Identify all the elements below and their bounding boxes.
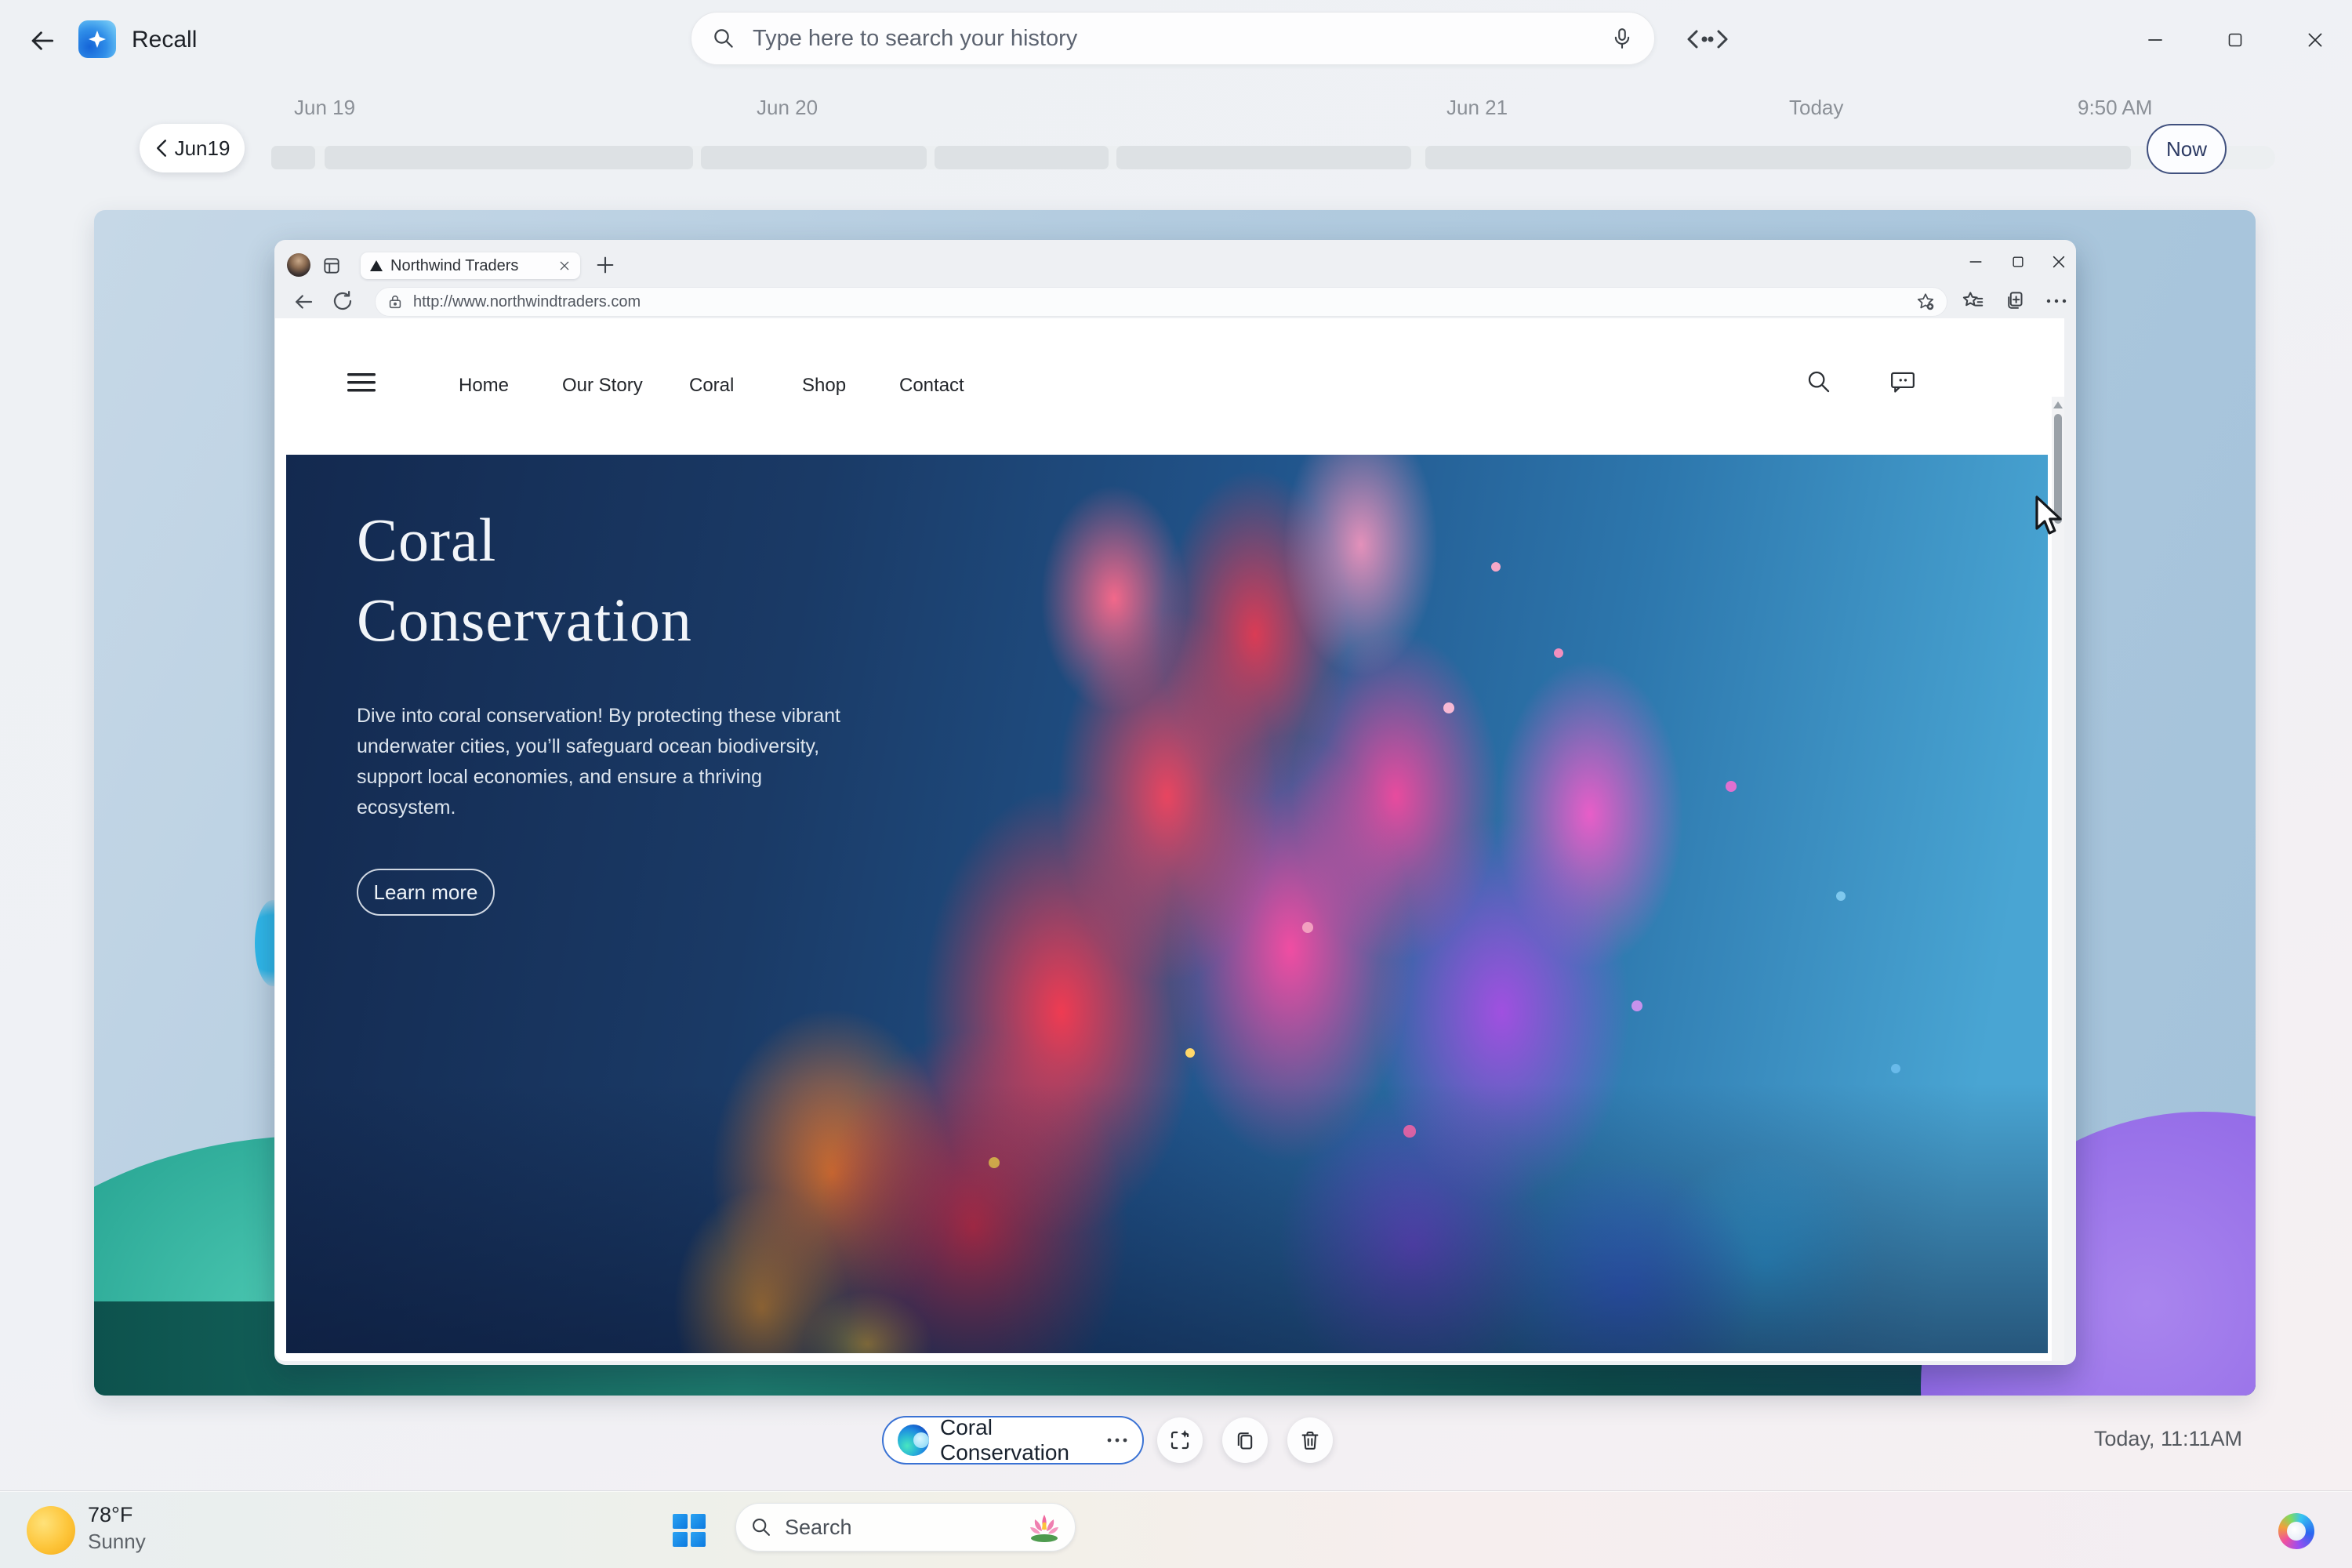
start-button[interactable] [673,1514,706,1547]
taskbar-search-label: Search [785,1515,1015,1540]
browser-minimize-button[interactable] [1958,248,1993,276]
history-search-bar[interactable] [691,12,1655,65]
timeline-label-jun20: Jun 20 [757,96,818,120]
timeline-segment[interactable] [1116,146,1411,169]
page-scrollbar[interactable] [2052,397,2064,1361]
back-button[interactable] [24,22,61,60]
timeline-segment[interactable] [701,146,927,169]
timeline-segment[interactable] [935,146,1109,169]
windows-logo-icon [673,1514,688,1529]
site-chat-icon[interactable] [1889,368,1917,395]
learn-more-button[interactable]: Learn more [357,869,495,916]
edge-logo-icon [898,1425,929,1456]
mouse-cursor [2032,495,2067,536]
browser-tab-northwind[interactable]: Northwind Traders [361,252,580,279]
tab-title: Northwind Traders [390,257,550,275]
app-title: Recall [132,27,197,53]
copilot-logo-icon [2278,1513,2314,1549]
browser-profile-avatar[interactable] [287,253,310,277]
browser-maximize-button[interactable] [2001,248,2035,276]
timeline-now-label: Now [2166,137,2207,162]
windows-logo-icon [673,1532,688,1547]
site-nav-coral[interactable]: Coral [689,375,734,397]
timeline-segment[interactable] [325,146,693,169]
timeline-scrubber-track[interactable] [271,146,2275,169]
browser-more-icon[interactable] [2045,296,2068,306]
timeline-back-label: Jun19 [175,136,230,161]
hero-description: Dive into coral conservation! By protect… [357,701,843,823]
browser-back-icon[interactable] [292,290,315,314]
taskbar-copilot-icon[interactable] [2270,1509,2322,1553]
recall-logo-icon [78,20,116,58]
windows-logo-icon [691,1532,706,1547]
site-nav-our-story[interactable]: Our Story [562,375,643,397]
snapshot-app-pill[interactable]: Coral Conservation [882,1416,1144,1465]
back-arrow-icon [27,26,57,56]
timeline-label-jun19: Jun 19 [294,96,355,120]
app-maximize-button[interactable] [2217,24,2253,56]
taskbar-search-box[interactable]: Search [735,1503,1076,1552]
northwind-website: Home Our Story Coral Shop Contact Coral [275,318,2064,1361]
hero-title-line1: Coral [357,500,843,580]
weather-sun-icon[interactable] [27,1506,75,1555]
timeline-previous-day-button[interactable]: Jun19 [140,124,245,172]
copy-button[interactable] [1222,1417,1268,1463]
site-header: Home Our Story Coral Shop Contact [275,318,2064,455]
tab-favicon [370,260,383,271]
app-close-button[interactable] [2297,24,2333,56]
trash-icon [1299,1429,1321,1451]
site-nav-shop[interactable]: Shop [802,375,846,397]
chevron-left-icon [154,139,169,158]
url-text: http://www.northwindtraders.com [413,293,1906,311]
snip-sparkle-icon [1168,1428,1192,1452]
timeline-segment[interactable] [1425,146,2131,169]
snapshot-app-label: Coral Conservation [940,1415,1095,1465]
tab-close-icon[interactable] [558,260,571,272]
delete-snapshot-button[interactable] [1287,1417,1333,1463]
timeline-label-jun21: Jun 21 [1446,96,1508,120]
timeline-label-time: 9:50 AM [2078,96,2152,120]
favorites-list-icon[interactable] [1962,289,1985,313]
hero-banner: Coral Conservation Dive into coral conse… [286,455,2048,1353]
windows-logo-icon [691,1514,706,1529]
search-icon [750,1516,772,1538]
hero-title: Coral Conservation [357,500,843,660]
site-nav-contact[interactable]: Contact [899,375,964,397]
timeline-segment[interactable] [271,146,315,169]
scrollbar-up-arrow[interactable] [2053,401,2063,408]
weather-temperature[interactable]: 78°F [88,1503,132,1527]
hamburger-menu-icon[interactable] [346,370,377,395]
lock-icon [387,293,404,310]
timeline-label-today: Today [1789,96,1843,120]
browser-close-button[interactable] [2042,248,2076,276]
address-bar[interactable]: http://www.northwindtraders.com [375,287,1947,317]
app-minimize-button[interactable] [2137,24,2173,56]
add-favorite-icon[interactable] [1915,292,1936,312]
click-to-do-button[interactable] [1157,1417,1203,1463]
snapshot-timestamp: Today, 11:11AM [2054,1427,2242,1451]
new-tab-button[interactable] [594,254,616,276]
timeline-scrubber-icon[interactable] [1679,25,1736,53]
recall-app-window: Recall Jun 19 Jun 20 Jun 21 Today 9:50 A… [0,0,2352,1568]
site-search-icon[interactable] [1806,368,1832,395]
history-search-input[interactable] [751,25,1610,53]
site-nav-home[interactable]: Home [459,375,509,397]
timeline-now-button[interactable]: Now [2147,124,2227,174]
hero-copy: Coral Conservation Dive into coral conse… [357,500,843,916]
hero-title-line2: Conservation [357,580,843,660]
snapshot-more-icon[interactable] [1106,1436,1128,1444]
browser-refresh-icon[interactable] [331,289,354,313]
search-icon [712,27,735,50]
weather-condition[interactable]: Sunny [88,1530,146,1554]
edge-browser-window: Northwind Traders http://www. [274,240,2076,1365]
search-highlight-lotus-icon[interactable] [1028,1512,1061,1543]
tab-workspaces-icon[interactable] [321,256,342,276]
coral-bubbles [286,455,291,459]
taskbar: 78°F Sunny Search [0,1491,2352,1568]
microphone-icon[interactable] [1610,27,1634,50]
collections-icon[interactable] [2004,289,2027,313]
copy-icon [1234,1429,1256,1451]
